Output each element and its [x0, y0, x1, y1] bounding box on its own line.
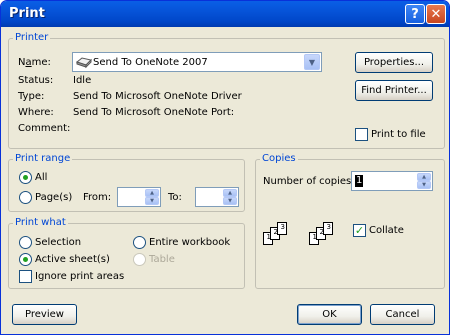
collate-label[interactable]: Collate: [369, 225, 404, 237]
find-printer-label: Find Printer...: [361, 85, 427, 96]
to-label: To:: [168, 192, 182, 203]
ok-button[interactable]: OK: [297, 304, 362, 325]
find-printer-button[interactable]: Find Printer...: [355, 80, 433, 101]
from-spinner[interactable]: ▲ ▼: [145, 189, 159, 205]
to-input[interactable]: ▲ ▼: [195, 187, 239, 207]
active-sheets-label[interactable]: Active sheet(s): [35, 254, 110, 266]
all-radio[interactable]: [19, 171, 32, 184]
to-spinner[interactable]: ▲ ▼: [223, 189, 237, 205]
print-what-legend: Print what: [13, 217, 68, 229]
comment-label: Comment:: [18, 123, 71, 134]
where-label: Where:: [18, 107, 54, 118]
properties-button[interactable]: Properties...: [355, 52, 433, 73]
print-to-file-checkbox[interactable]: [355, 128, 368, 141]
spin-up-icon[interactable]: ▲: [417, 173, 431, 181]
collate-checkbox[interactable]: ✓: [353, 224, 366, 237]
chevron-down-icon[interactable]: ▼: [304, 54, 320, 70]
entire-workbook-radio[interactable]: [133, 236, 146, 249]
copies-input[interactable]: 1 ▲ ▼: [351, 171, 433, 191]
name-label: Name:: [18, 57, 51, 68]
printer-legend: Printer: [13, 32, 51, 44]
entire-workbook-label[interactable]: Entire workbook: [149, 237, 230, 249]
selection-label[interactable]: Selection: [35, 237, 81, 249]
spin-up-icon[interactable]: ▲: [223, 189, 237, 197]
collate-pages-icon: 1 2 3 1 2 3: [263, 220, 343, 256]
copies-value: 1: [355, 175, 364, 187]
printer-icon: [75, 55, 92, 72]
close-icon[interactable]: ✕: [426, 4, 446, 24]
selection-radio[interactable]: [19, 236, 32, 249]
type-label: Type:: [18, 91, 45, 102]
print-range-legend: Print range: [13, 153, 73, 165]
properties-label: Properties...: [363, 57, 425, 68]
spin-down-icon[interactable]: ▼: [417, 181, 431, 189]
spin-down-icon[interactable]: ▼: [223, 197, 237, 205]
ignore-print-areas-label[interactable]: Ignore print areas: [35, 271, 124, 283]
status-value: Idle: [73, 75, 92, 86]
table-label: Table: [149, 254, 175, 265]
preview-button[interactable]: Preview: [12, 304, 77, 325]
cancel-button[interactable]: Cancel: [370, 304, 435, 325]
table-radio: [133, 253, 146, 266]
copies-legend: Copies: [260, 153, 298, 165]
all-label[interactable]: All: [35, 172, 47, 184]
printer-name-select[interactable]: Send To OneNote 2007 ▼: [72, 52, 322, 72]
cancel-label: Cancel: [385, 309, 420, 320]
type-value: Send To Microsoft OneNote Driver: [73, 91, 242, 102]
active-sheets-radio[interactable]: [19, 253, 32, 266]
help-icon[interactable]: ?: [405, 4, 425, 24]
ok-label: OK: [322, 309, 337, 320]
title-bar[interactable]: Print ? ✕: [1, 1, 449, 27]
status-label: Status:: [18, 75, 54, 86]
print-dialog: Print ? ✕ Printer Name: Send To OneNote …: [0, 0, 450, 335]
preview-label: Preview: [25, 309, 64, 320]
from-label: From:: [83, 192, 112, 203]
from-input[interactable]: ▲ ▼: [117, 187, 161, 207]
pages-radio[interactable]: [19, 191, 32, 204]
printer-name-value: Send To OneNote 2007: [93, 57, 208, 68]
spin-up-icon[interactable]: ▲: [145, 189, 159, 197]
print-to-file-label[interactable]: Print to file: [371, 129, 426, 141]
pages-label[interactable]: Page(s): [35, 192, 72, 204]
where-value: Send To Microsoft OneNote Port:: [73, 107, 235, 118]
spin-down-icon[interactable]: ▼: [145, 197, 159, 205]
ignore-print-areas-checkbox[interactable]: [19, 270, 32, 283]
window-title: Print: [9, 6, 45, 21]
copies-spinner[interactable]: ▲ ▼: [417, 173, 431, 189]
number-of-copies-label: Number of copies:: [263, 176, 355, 187]
